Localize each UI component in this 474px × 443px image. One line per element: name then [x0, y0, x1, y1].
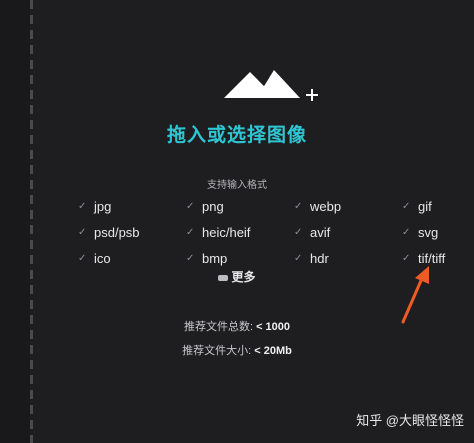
format-item: ✓ svg	[402, 224, 439, 240]
format-item: ✓ ico	[78, 250, 111, 266]
check-icon: ✓	[186, 252, 195, 264]
supported-formats-label: 支持输入格式	[207, 180, 267, 191]
check-icon: ✓	[294, 252, 303, 264]
check-icon: ✓	[186, 200, 195, 212]
more-icon	[218, 274, 229, 281]
check-icon: ✓	[402, 200, 411, 212]
format-item: ✓ heic/heif	[186, 224, 251, 240]
file-size-limit: 推荐文件大小: < 20Mb	[182, 345, 292, 357]
drop-zone-border	[30, 0, 33, 443]
mountain-upload-icon[interactable]	[222, 60, 322, 110]
check-icon: ✓	[402, 226, 411, 238]
plus-icon	[306, 89, 318, 101]
format-item: ✓ jpg	[78, 198, 112, 214]
drop-zone[interactable]: 拖入或选择图像 支持输入格式 ✓ jpg ✓ png ✓ webp ✓ gif ✓ psd…	[0, 0, 474, 443]
drop-zone-title[interactable]: 拖入或选择图像	[0, 120, 474, 147]
format-item: ✓ png	[186, 198, 224, 214]
check-icon: ✓	[294, 200, 303, 212]
formats-grid: ✓ jpg ✓ png ✓ webp ✓ gif ✓ psd/psb ✓ heic/heif…	[78, 196, 458, 268]
format-item: ✓ gif	[402, 198, 432, 214]
check-icon: ✓	[186, 226, 195, 238]
watermark: 知乎 @大眼怪怪怪	[356, 413, 464, 428]
check-icon: ✓	[78, 226, 87, 238]
format-item: ✓ psd/psb	[78, 224, 140, 240]
format-item: ✓ webp	[294, 198, 342, 214]
check-icon: ✓	[78, 252, 87, 264]
check-icon: ✓	[78, 200, 87, 212]
check-icon: ✓	[294, 226, 303, 238]
left-panel-edge	[0, 0, 30, 443]
format-item: ✓ avif	[294, 224, 331, 240]
format-item: ✓ hdr	[294, 250, 329, 266]
arrow-annotation	[401, 266, 429, 324]
format-item: ✓ bmp	[186, 250, 228, 266]
